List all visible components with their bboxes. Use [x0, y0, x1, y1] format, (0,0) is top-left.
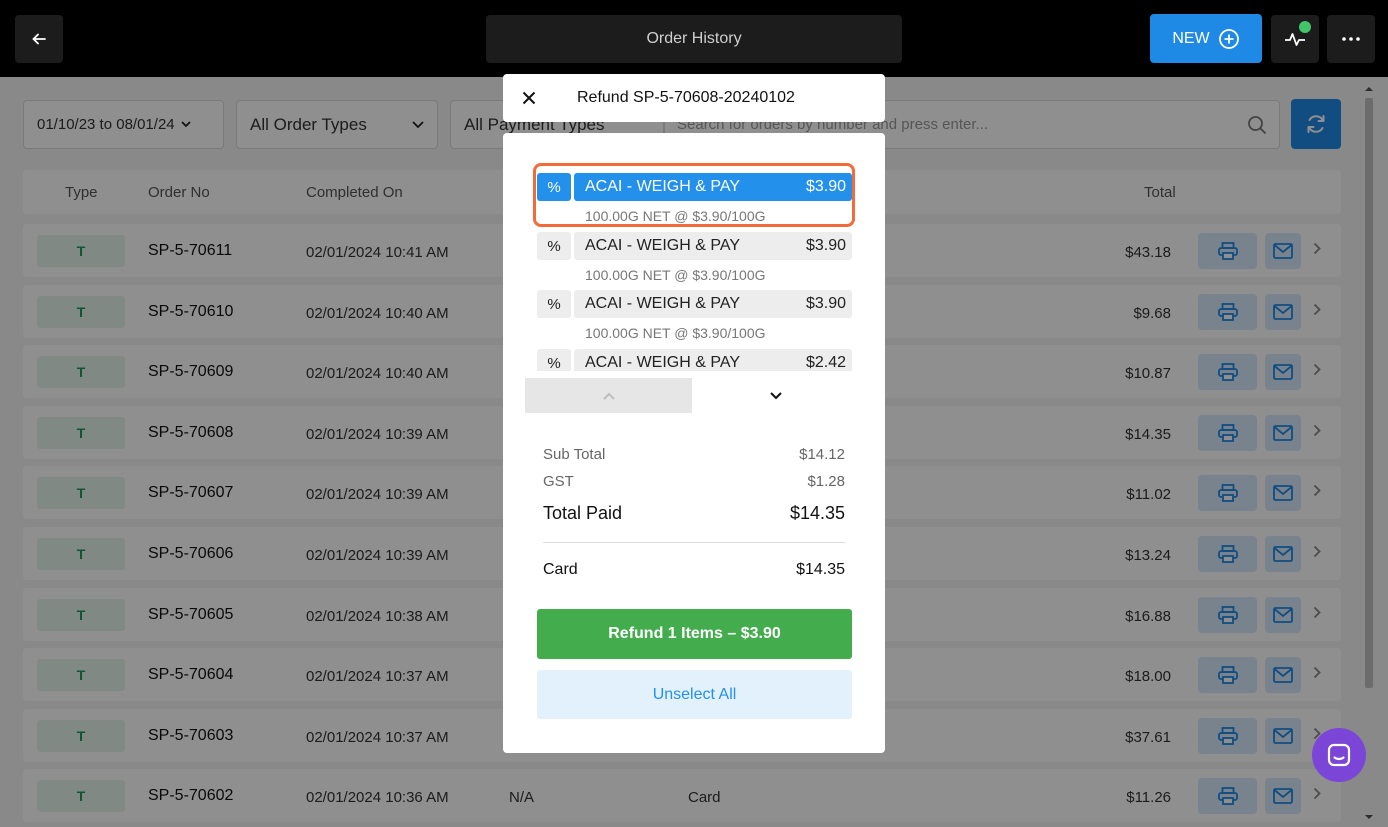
gst-line: GST $1.28 — [543, 473, 845, 490]
plus-circle-icon — [1218, 28, 1239, 49]
close-icon — [522, 91, 536, 105]
summary-divider — [543, 542, 845, 543]
refund-item[interactable]: % ACAI - WEIGH & PAY $2.42 — [537, 349, 852, 371]
card-payment-label: Card — [543, 561, 578, 578]
item-select-button[interactable]: ACAI - WEIGH & PAY $3.90 — [574, 290, 852, 318]
chat-icon — [1327, 743, 1351, 767]
chevron-up-icon — [602, 392, 615, 400]
close-button[interactable] — [519, 88, 539, 108]
total-paid-label: Total Paid — [543, 503, 623, 523]
chevron-down-icon — [769, 391, 782, 399]
refund-modal: % ACAI - WEIGH & PAY $3.90 100.00G NET @ $3… — [503, 133, 885, 753]
dots-icon — [1342, 37, 1360, 41]
item-discount-button[interactable]: % — [537, 349, 571, 371]
item-discount-button[interactable]: % — [537, 232, 571, 260]
refund-modal-title: Refund SP-5-70608-20240102 — [577, 89, 795, 106]
subtotal-value: $14.12 — [799, 446, 845, 463]
selected-item-highlight — [533, 163, 855, 227]
item-name: ACAI - WEIGH & PAY — [585, 295, 740, 312]
subtotal-label: Sub Total — [543, 446, 606, 463]
item-list-scroll-down-button[interactable] — [692, 378, 859, 413]
item-name: ACAI - WEIGH & PAY — [585, 354, 740, 371]
card-payment-line: Card $14.35 — [543, 561, 845, 579]
refund-item[interactable]: % ACAI - WEIGH & PAY $3.90 100.00G NET @ $3… — [537, 290, 852, 346]
gst-value: $1.28 — [807, 473, 845, 490]
new-order-label: NEW — [1172, 29, 1210, 47]
gst-label: GST — [543, 473, 574, 490]
top-bar: Order History NEW — [0, 0, 1388, 77]
arrow-left-icon — [32, 33, 46, 45]
item-discount-button[interactable]: % — [537, 290, 571, 318]
page-title: Order History — [486, 15, 902, 63]
item-select-button[interactable]: ACAI - WEIGH & PAY $3.90 — [574, 232, 852, 260]
item-list-scroll-up-button[interactable] — [525, 378, 692, 413]
item-price: $3.90 — [805, 237, 846, 254]
item-price: $2.42 — [805, 354, 846, 371]
new-order-button[interactable]: NEW — [1150, 14, 1262, 63]
pulse-icon — [1285, 33, 1305, 46]
refund-item[interactable]: % ACAI - WEIGH & PAY $3.90 100.00G NET @ $3… — [537, 232, 852, 288]
chat-launcher-button[interactable] — [1312, 728, 1366, 782]
total-paid-line: Total Paid $14.35 — [543, 503, 845, 524]
activity-button[interactable] — [1271, 15, 1319, 63]
back-button[interactable] — [15, 15, 63, 63]
unselect-all-button[interactable]: Unselect All — [537, 670, 852, 719]
refund-items-button[interactable]: Refund 1 Items – $3.90 — [537, 609, 852, 659]
item-name: ACAI - WEIGH & PAY — [585, 237, 740, 254]
online-status-dot — [1299, 21, 1311, 33]
unselect-all-label: Unselect All — [652, 685, 737, 703]
item-weight-detail: 100.00G NET @ $3.90/100G — [585, 267, 766, 283]
item-select-button[interactable]: ACAI - WEIGH & PAY $2.42 — [574, 349, 852, 371]
refund-modal-header: Refund SP-5-70608-20240102 — [503, 74, 885, 122]
page-title-text: Order History — [646, 30, 742, 47]
total-paid-value: $14.35 — [789, 503, 845, 523]
card-payment-value: $14.35 — [796, 561, 845, 578]
refund-items-label: Refund 1 Items – $3.90 — [608, 625, 781, 642]
subtotal-line: Sub Total $14.12 — [543, 446, 845, 463]
more-options-button[interactable] — [1327, 15, 1375, 63]
item-weight-detail: 100.00G NET @ $3.90/100G — [585, 325, 766, 341]
item-price: $3.90 — [805, 295, 846, 312]
